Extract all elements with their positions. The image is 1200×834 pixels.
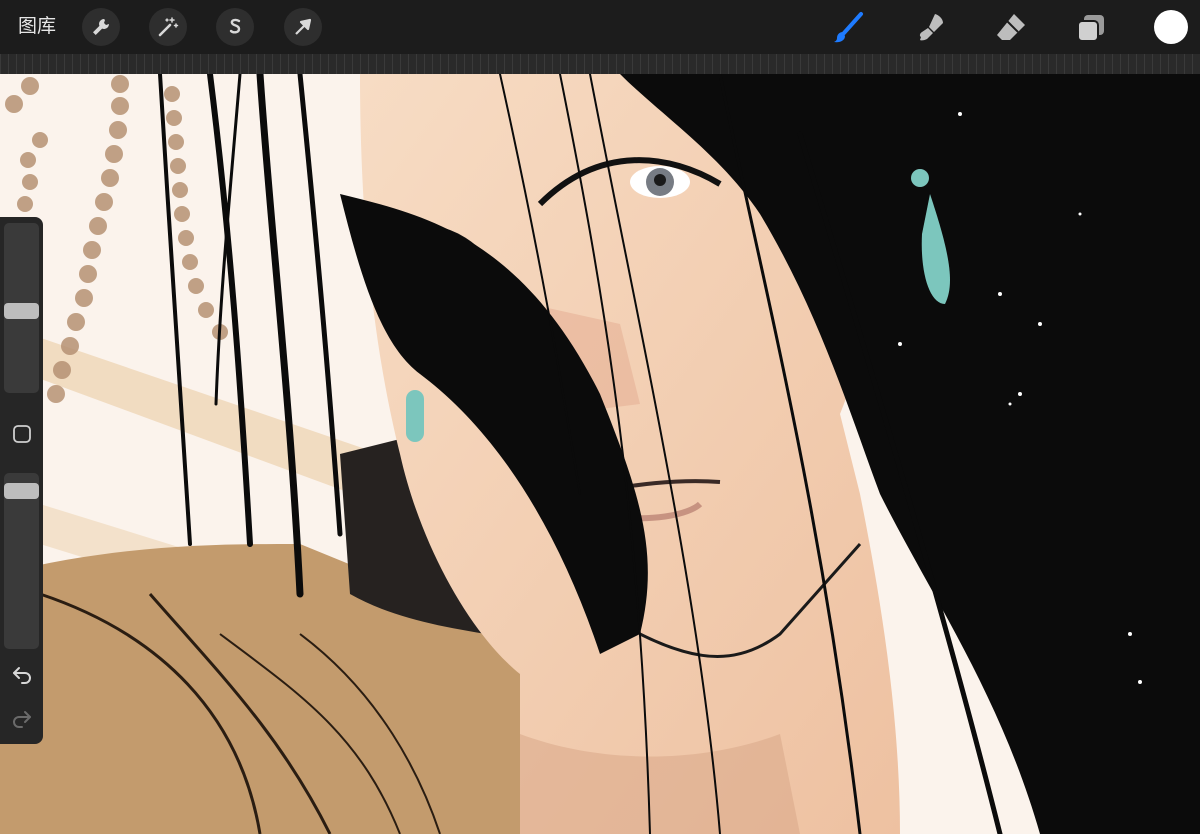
layers-button[interactable] [1071, 8, 1111, 48]
smudge-button[interactable] [911, 8, 951, 48]
left-sidebar [0, 217, 43, 744]
undo-button[interactable] [7, 661, 36, 687]
top-toolbar: 图库 [0, 0, 1200, 54]
actions-button[interactable] [82, 8, 120, 46]
color-picker-swatch[interactable] [1154, 10, 1188, 44]
eraser-icon [997, 14, 1025, 40]
drawing-canvas[interactable] [0, 74, 1200, 834]
brush-size-handle[interactable] [4, 303, 39, 320]
selection-s-icon [229, 18, 241, 34]
adjustments-button[interactable] [149, 8, 187, 46]
layers-icon [1077, 15, 1104, 42]
square-icon [12, 425, 31, 443]
opacity-slider[interactable] [4, 473, 39, 649]
transform-button[interactable] [284, 8, 322, 46]
redo-button[interactable] [7, 705, 36, 731]
redo-icon [12, 711, 31, 728]
opacity-handle[interactable] [4, 482, 39, 499]
brush-icon [834, 12, 863, 43]
gallery-button[interactable]: 图库 [18, 14, 56, 40]
selection-button[interactable] [216, 8, 254, 46]
eraser-button[interactable] [991, 8, 1031, 48]
artwork-illustration [0, 74, 1200, 834]
brush-button[interactable] [829, 8, 869, 48]
canvas-top-edge [0, 54, 1200, 74]
modify-button[interactable] [7, 421, 36, 447]
smudge-icon [919, 14, 943, 41]
wrench-icon [93, 19, 109, 35]
magic-wand-icon [158, 17, 179, 37]
arrow-cursor-icon [295, 18, 312, 35]
undo-icon [12, 667, 31, 684]
